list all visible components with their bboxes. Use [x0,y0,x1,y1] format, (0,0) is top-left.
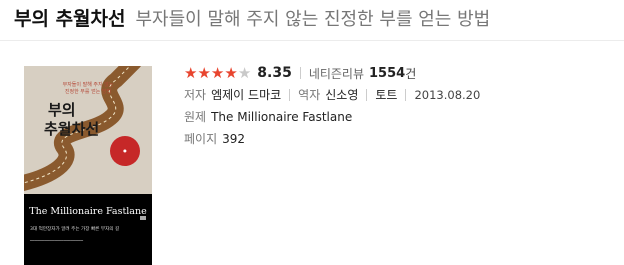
rating-row: ★ ★ ★ ★ ★ 8.35 네티즌리뷰 1554 건 [184,63,480,83]
cover-title-line1: 부의 [48,101,76,119]
original-title-row: 원제 The Millionaire Fastlane [184,106,480,127]
pages-row: 페이지 392 [184,128,480,149]
header-divider [0,40,624,41]
star-icon: ★ [197,63,211,82]
original-title: The Millionaire Fastlane [211,109,353,124]
rating-stars: ★ ★ ★ ★ ★ [184,63,252,82]
credits-row: 저자 엠제이 드마코 역자 신소영 토트 2013.08.20 [184,84,480,105]
separator [299,67,301,79]
translator-label: 역자 [298,88,321,102]
author-label: 저자 [184,88,207,102]
book-cover-image[interactable]: 부자들이 말해 주지 않는 진정한 부를 얻는 방법 부의 추월차선 ● The… [24,66,152,265]
book-title[interactable]: 부의 추월차선 [14,4,126,31]
pages-count: 392 [222,131,246,146]
cover-english-title: The Millionaire Fastlane [29,206,147,217]
reviews-label[interactable]: 네티즌리뷰 [309,65,364,82]
rating-score: 8.35 [257,65,292,81]
publisher-link[interactable]: 토트 [375,86,397,103]
separator [366,88,368,101]
reviews-count[interactable]: 1554 [369,66,405,81]
cover-sticker-badge: ● [110,136,140,166]
publish-date: 2013.08.20 [414,87,481,102]
author-link[interactable]: 엠제이 드마코 [211,86,281,103]
book-info: ★ ★ ★ ★ ★ 8.35 네티즌리뷰 1554 건 저자 엠제이 드마코 역자 신소영… [184,63,480,149]
pages-label: 페이지 [184,132,218,146]
separator [405,88,407,101]
star-icon: ★ [184,63,198,82]
reviews-unit: 건 [405,66,417,81]
cover-publisher-logo [140,216,146,220]
cover-title-line2: 추월차선 [44,120,100,138]
cover-tagline: 부자들이 말해 주지 않는 진정한 부를 얻는 방법 [62,82,114,95]
original-title-label: 원제 [184,110,207,124]
cover-quote: 3대 억만장자가 알려 주는 가장 빠른 부자의 길 [30,227,120,232]
separator [289,88,291,101]
star-icon: ★ [210,63,225,82]
star-icon: ★ [224,63,238,82]
translator-link[interactable]: 신소영 [325,86,358,103]
cover-fineprint: ━━━━━━━━━━━━━━━━━━━━━━ [30,238,83,243]
title-row: 부의 추월차선 부자들이 말해 주지 않는 진정한 부를 얻는 방법 [14,4,490,32]
star-icon: ★ [237,63,252,82]
book-subtitle: 부자들이 말해 주지 않는 진정한 부를 얻는 방법 [135,9,491,30]
